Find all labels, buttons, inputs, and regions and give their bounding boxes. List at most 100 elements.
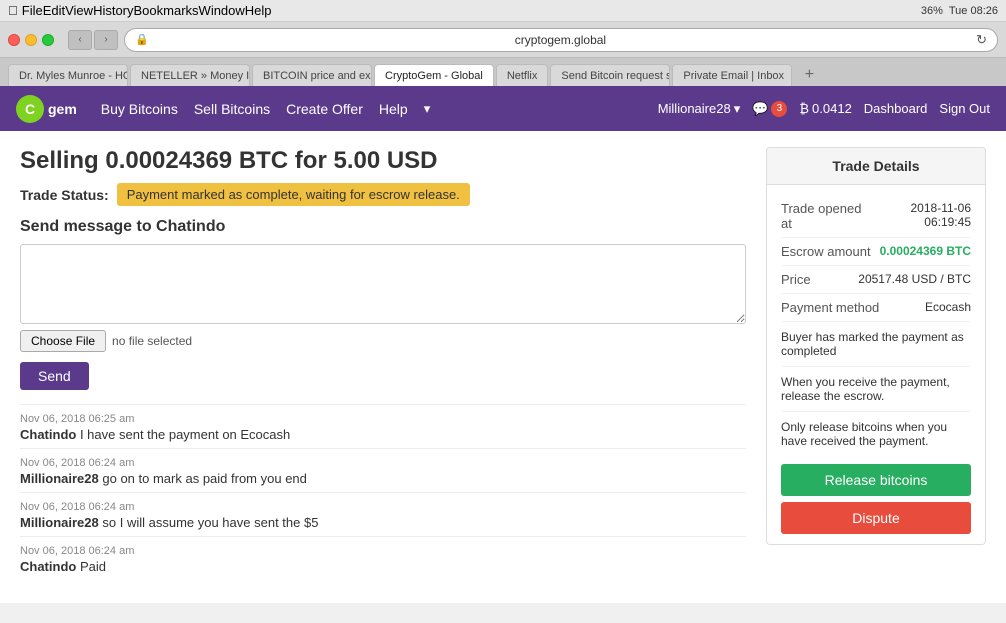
msg-3-text: so I will assume you have sent the $5 [102, 515, 318, 530]
message-2: Nov 06, 2018 06:24 am Millionaire28 go o… [20, 448, 746, 490]
os-menu-file[interactable]: File [22, 3, 43, 18]
os-menu-window[interactable]: Window [199, 3, 245, 18]
os-menu-view[interactable]: View [65, 3, 93, 18]
tab-4[interactable]: Netflix [496, 64, 549, 86]
nav-buttons: ‹ › [68, 30, 118, 50]
tab-0[interactable]: Dr. Myles Munroe - HOW... [8, 64, 128, 86]
left-panel: Selling 0.00024369 BTC for 5.00 USD Trad… [20, 147, 746, 587]
chat-badge: 3 [771, 101, 787, 117]
send-button[interactable]: Send [20, 362, 89, 390]
msg-4-text: Paid [80, 559, 106, 574]
btc-icon: ₿ [799, 101, 809, 116]
nav-user[interactable]: Millionaire28 ▾ [658, 101, 741, 117]
right-panel: Trade Details Trade opened at 2018-11-06… [766, 147, 986, 587]
chat-icon: 💬 [752, 101, 768, 117]
url-text: cryptogem.global [155, 33, 966, 47]
choose-file-button[interactable]: Choose File [20, 330, 106, 352]
window-minimize-button[interactable] [25, 34, 37, 46]
release-bitcoins-button[interactable]: Release bitcoins [781, 464, 971, 496]
message-4: Nov 06, 2018 06:24 am Chatindo Paid [20, 536, 746, 578]
messages-list: Nov 06, 2018 06:25 am Chatindo I have se… [20, 404, 746, 578]
msg-2-text: go on to mark as paid from you end [102, 471, 307, 486]
os-menu-bookmarks[interactable]: Bookmarks [134, 3, 199, 18]
send-message-title: Send message to Chatindo [20, 218, 746, 236]
nav-balance[interactable]: ₿ 0.0412 [799, 101, 851, 116]
os-menu-history[interactable]: History [93, 3, 133, 18]
trade-info-1: Buyer has marked the payment as complete… [781, 322, 971, 367]
msg-3-content: Millionaire28 so I will assume you have … [20, 515, 746, 530]
browser-toolbar: ‹ › 🔒 cryptogem.global ↻ [0, 22, 1006, 58]
msg-1-text: I have sent the payment on Ecocash [80, 427, 290, 442]
msg-4-time: Nov 06, 2018 06:24 am [20, 545, 746, 557]
payment-method-row: Payment method Ecocash [781, 294, 971, 322]
nav-sell-bitcoins[interactable]: Sell Bitcoins [194, 101, 270, 117]
nav-chat[interactable]: 💬 3 [752, 101, 787, 117]
help-chevron-icon: ▾ [424, 101, 431, 117]
page: C gem Buy Bitcoins Sell Bitcoins Create … [0, 86, 1006, 603]
lock-icon: 🔒 [135, 33, 149, 46]
nav-signout[interactable]: Sign Out [939, 101, 990, 116]
forward-button[interactable]: › [94, 30, 118, 50]
tab-1[interactable]: NETELLER » Money In [130, 64, 250, 86]
dispute-button[interactable]: Dispute [781, 502, 971, 534]
trade-status-label: Trade Status: [20, 187, 109, 203]
trade-info-3: Only release bitcoins when you have rece… [781, 412, 971, 456]
address-bar[interactable]: 🔒 cryptogem.global ↻ [124, 28, 998, 52]
payment-method-label: Payment method [781, 300, 879, 315]
price-label: Price [781, 272, 811, 287]
back-button[interactable]: ‹ [68, 30, 92, 50]
msg-3-author: Millionaire28 [20, 515, 99, 530]
msg-1-author: Chatindo [20, 427, 76, 442]
file-label: no file selected [112, 334, 192, 348]
os-time: 36% Tue 08:26 [921, 5, 998, 17]
nav-help[interactable]: Help [379, 101, 408, 117]
nav-create-offer[interactable]: Create Offer [286, 101, 363, 117]
message-1: Nov 06, 2018 06:25 am Chatindo I have se… [20, 404, 746, 446]
logo-gem-text: gem [48, 101, 77, 117]
apple-icon:  [8, 3, 18, 18]
trade-status-badge: Payment marked as complete, waiting for … [117, 183, 470, 206]
nav-right: Millionaire28 ▾ 💬 3 ₿ 0.0412 Dashboard S… [658, 101, 990, 117]
new-tab-button[interactable]: + [798, 64, 820, 86]
msg-2-time: Nov 06, 2018 06:24 am [20, 457, 746, 469]
escrow-value: 0.00024369 BTC [880, 244, 971, 259]
trade-opened-row: Trade opened at 2018-11-06 06:19:45 [781, 195, 971, 238]
window-close-button[interactable] [8, 34, 20, 46]
window-controls [8, 34, 54, 46]
os-menu-help[interactable]: Help [245, 3, 272, 18]
tab-5[interactable]: Send Bitcoin request su... [550, 64, 670, 86]
msg-3-time: Nov 06, 2018 06:24 am [20, 501, 746, 513]
trade-details-box: Trade Details Trade opened at 2018-11-06… [766, 147, 986, 545]
logo-c-letter: C [25, 101, 35, 117]
message-textarea[interactable] [20, 244, 746, 324]
refresh-button[interactable]: ↻ [976, 32, 987, 48]
trade-info-2: When you receive the payment, release th… [781, 367, 971, 412]
payment-method-value: Ecocash [925, 300, 971, 315]
main-content: Selling 0.00024369 BTC for 5.00 USD Trad… [0, 131, 1006, 603]
browser-tabs: Dr. Myles Munroe - HOW... NETELLER » Mon… [0, 58, 1006, 86]
user-chevron-icon: ▾ [734, 101, 741, 117]
trade-opened-value: 2018-11-06 06:19:45 [869, 201, 971, 231]
msg-4-content: Chatindo Paid [20, 559, 746, 574]
escrow-label: Escrow amount [781, 244, 871, 259]
browser-chrome: ‹ › 🔒 cryptogem.global ↻ Dr. Myles Munro… [0, 22, 1006, 86]
nav-buy-bitcoins[interactable]: Buy Bitcoins [101, 101, 178, 117]
trade-details-body: Trade opened at 2018-11-06 06:19:45 Escr… [767, 185, 985, 544]
os-menubar:  File Edit View History Bookmarks Windo… [0, 0, 1006, 22]
window-maximize-button[interactable] [42, 34, 54, 46]
nav-links: Buy Bitcoins Sell Bitcoins Create Offer … [101, 101, 430, 117]
site-nav: C gem Buy Bitcoins Sell Bitcoins Create … [0, 86, 1006, 131]
tab-2[interactable]: BITCOIN price and excha... [252, 64, 372, 86]
logo: C gem [16, 95, 77, 123]
page-title: Selling 0.00024369 BTC for 5.00 USD [20, 147, 746, 175]
nav-dashboard[interactable]: Dashboard [864, 101, 928, 116]
logo-circle: C [16, 95, 44, 123]
trade-details-header: Trade Details [767, 148, 985, 185]
msg-2-author: Millionaire28 [20, 471, 99, 486]
os-menu-edit[interactable]: Edit [43, 3, 65, 18]
msg-2-content: Millionaire28 go on to mark as paid from… [20, 471, 746, 486]
tab-3-active[interactable]: CryptoGem - Global [374, 64, 494, 86]
tab-6[interactable]: Private Email | Inbox [672, 64, 792, 86]
file-row: Choose File no file selected [20, 330, 746, 352]
trade-opened-label: Trade opened at [781, 201, 869, 231]
